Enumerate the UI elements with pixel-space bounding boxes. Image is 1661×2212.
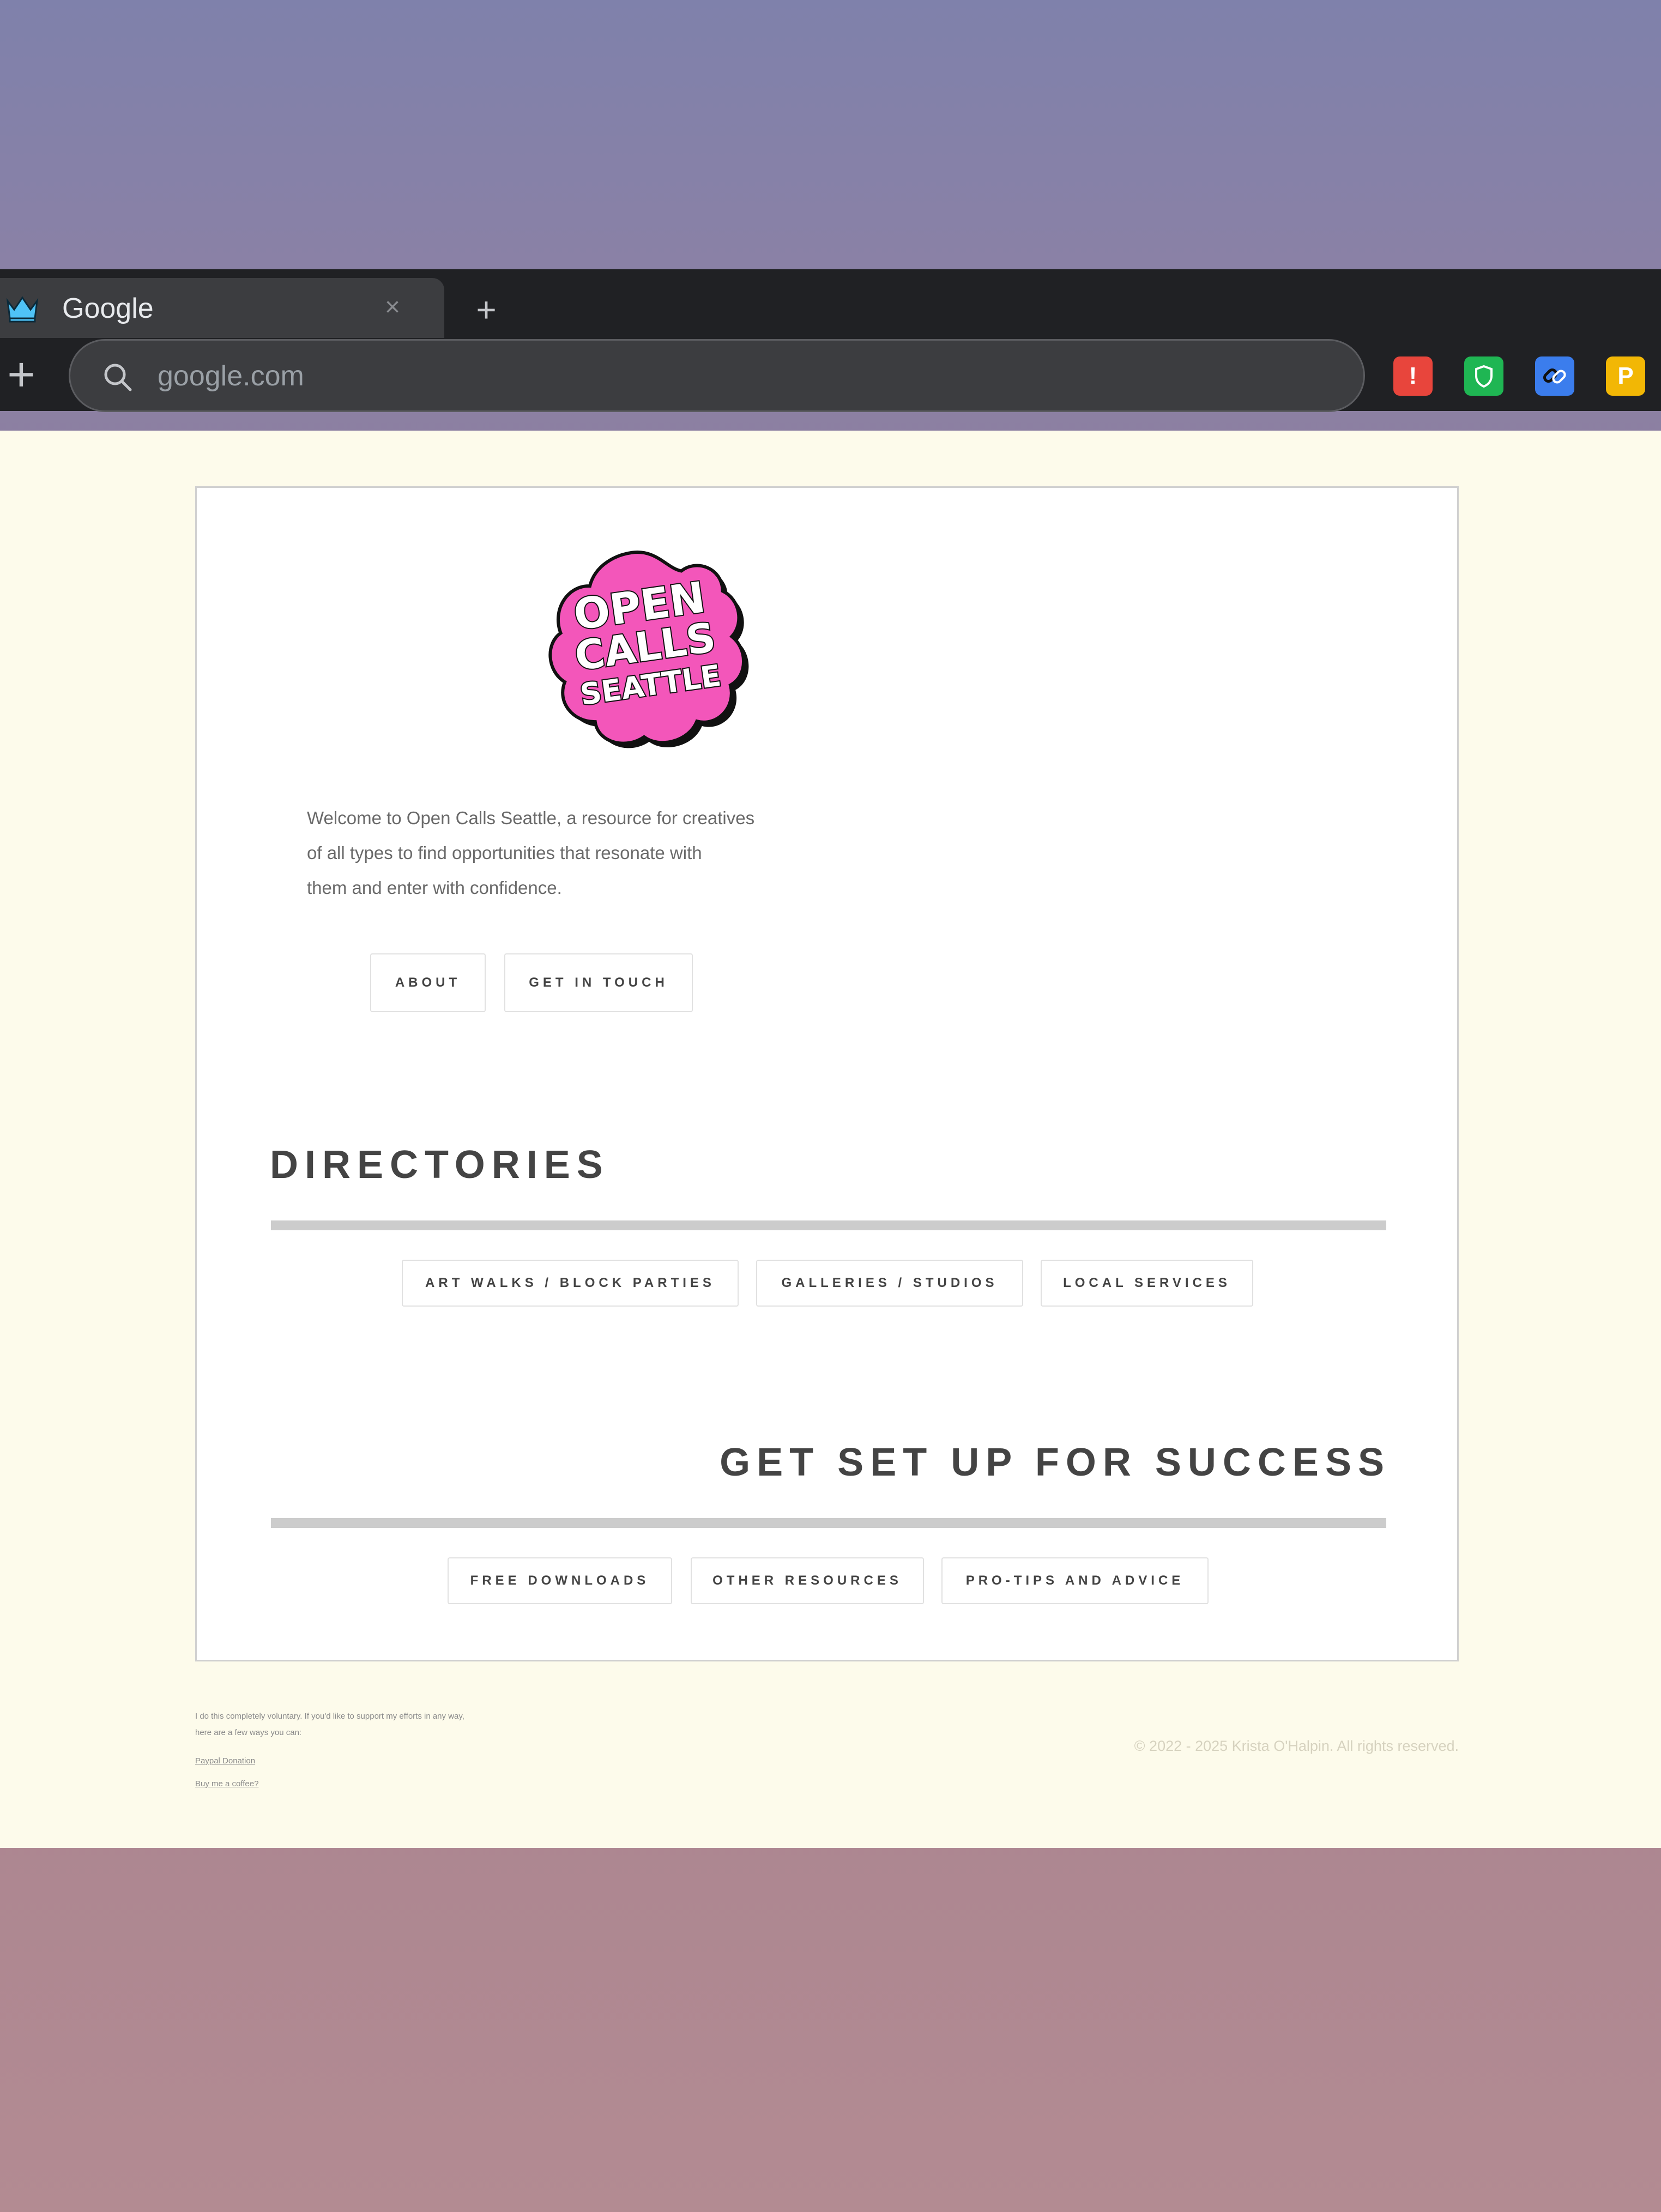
pro-tips-button[interactable]: Pro-Tips and Advice — [941, 1557, 1209, 1604]
main-card: OPEN CALLS SEATTLE Welcome to Open Calls… — [195, 486, 1459, 1661]
url-input[interactable] — [158, 357, 1248, 395]
address-bar[interactable] — [69, 339, 1365, 412]
alert-glyph: ! — [1409, 362, 1417, 389]
intro-line: them and enter with confidence. — [307, 878, 562, 898]
intro-line: of all types to find opportunities that … — [307, 843, 702, 863]
art-walks-button[interactable]: Art Walks / Block Parties — [402, 1260, 739, 1307]
link-extension-icon[interactable] — [1535, 356, 1574, 396]
new-tab-button[interactable]: + — [470, 289, 503, 330]
paypal-donation-link[interactable]: Paypal Donation — [195, 1756, 255, 1766]
section-divider — [271, 1518, 1386, 1528]
support-note-line: I do this completely voluntary. If you'd… — [195, 1712, 464, 1721]
support-note: I do this completely voluntary. If you'd… — [195, 1708, 544, 1741]
browser-tab-bar: Google × + — [0, 269, 1661, 338]
buy-me-a-coffee-link[interactable]: Buy me a coffee? — [195, 1779, 258, 1788]
p-glyph: P — [1617, 362, 1634, 389]
other-resources-button[interactable]: Other Resources — [691, 1557, 924, 1604]
section-divider — [271, 1220, 1386, 1230]
browser-tab[interactable]: Google × — [0, 278, 444, 338]
galleries-studios-button[interactable]: Galleries / Studios — [756, 1260, 1023, 1307]
success-heading: GET SET UP FOR SUCCESS — [720, 1441, 1391, 1484]
about-button[interactable]: About — [370, 953, 486, 1012]
copyright-text: © 2022 - 2025 Krista O'Halpin. All right… — [1134, 1738, 1459, 1754]
support-note-line: here are a few ways you can: — [195, 1728, 302, 1737]
get-in-touch-button[interactable]: Get in Touch — [504, 953, 693, 1012]
intro-line: Welcome to Open Calls Seattle, a resourc… — [307, 808, 755, 828]
open-calls-seattle-logo[interactable]: OPEN CALLS SEATTLE — [539, 542, 752, 755]
local-services-button[interactable]: Local Services — [1041, 1260, 1253, 1307]
free-downloads-button[interactable]: Free Downloads — [448, 1557, 672, 1604]
link-icon — [1543, 368, 1566, 384]
close-icon[interactable]: × — [380, 292, 404, 323]
tab-title: Google — [62, 293, 154, 324]
p-extension-icon[interactable]: P — [1606, 356, 1645, 396]
plus-icon[interactable]: + — [3, 350, 39, 399]
directories-heading: DIRECTORIES — [270, 1143, 609, 1187]
shield-extension-icon[interactable] — [1464, 356, 1503, 396]
intro-text: Welcome to Open Calls Seattle, a resourc… — [307, 801, 759, 905]
shield-icon — [1475, 365, 1493, 388]
search-icon — [104, 364, 132, 391]
page-content: OPEN CALLS SEATTLE Welcome to Open Calls… — [0, 431, 1661, 1848]
browser-toolbar: + ! P — [0, 338, 1661, 412]
alert-extension-icon[interactable]: ! — [1393, 356, 1433, 396]
crown-icon — [6, 296, 39, 323]
